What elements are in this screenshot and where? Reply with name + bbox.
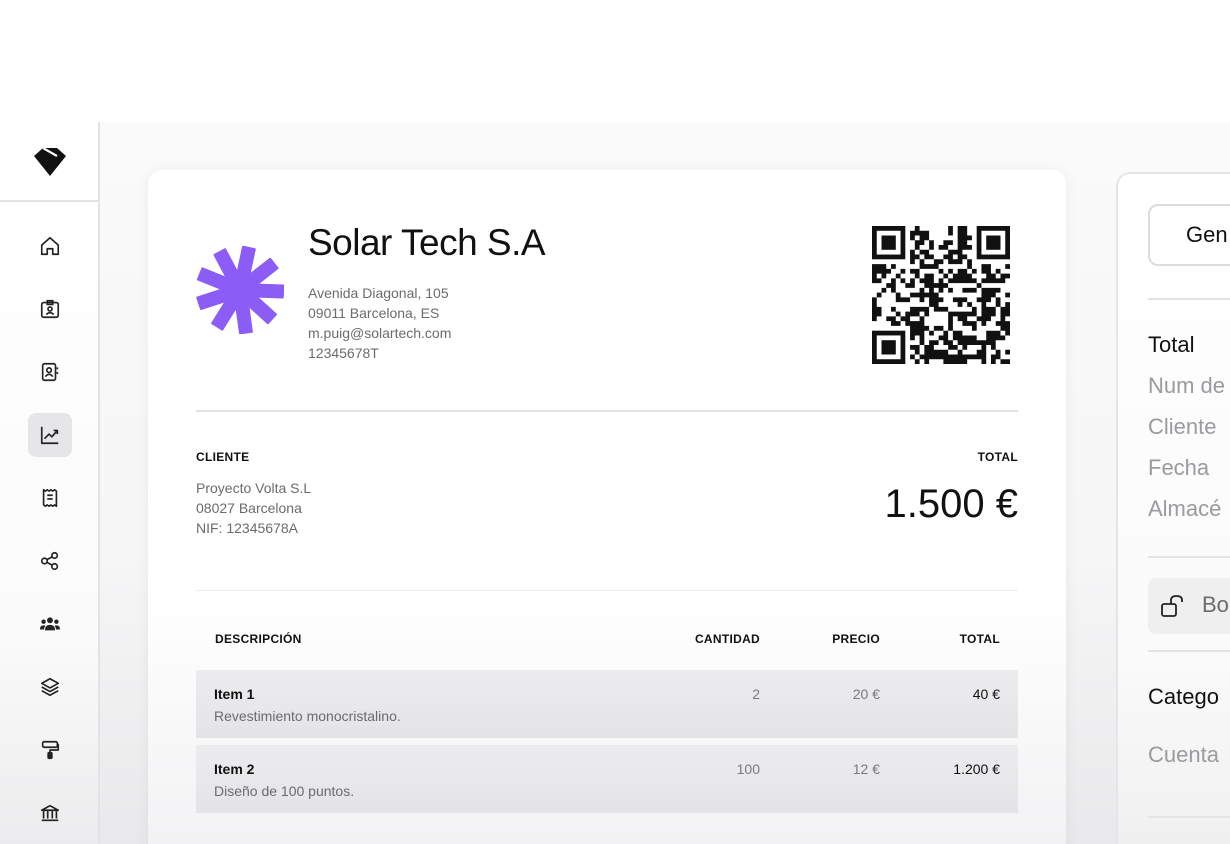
app-logo[interactable] — [0, 122, 98, 202]
panel-field-number[interactable]: Num de — [1148, 373, 1225, 399]
company-tax-id: 12345678T — [308, 345, 379, 361]
divider — [1148, 298, 1230, 300]
panel-category-label: Catego — [1148, 684, 1219, 709]
diamond-logo-icon — [34, 148, 66, 176]
qr-code-icon — [872, 226, 1010, 364]
item-price: 12 € — [852, 761, 880, 777]
panel-account-field[interactable]: Cuenta — [1148, 742, 1219, 768]
sidebar-item-home[interactable] — [28, 224, 72, 268]
layers-icon — [40, 677, 60, 697]
item-quantity: 2 — [752, 686, 760, 702]
client-nif: NIF: 12345678A — [196, 520, 298, 536]
home-icon — [40, 236, 60, 256]
panel-field-client[interactable]: Cliente — [1148, 414, 1216, 440]
generate-button-label: Gen — [1186, 222, 1228, 247]
header-total: TOTAL — [959, 632, 1000, 646]
table-row[interactable]: Item 2 Diseño de 100 puntos. 100 12 € 1.… — [196, 745, 1018, 813]
receipt-icon — [42, 488, 58, 508]
client-label: CLIENTE — [196, 450, 250, 464]
item-description: Revestimiento monocristalino. — [214, 708, 401, 724]
divider — [196, 410, 1018, 412]
generate-button[interactable]: Gen — [1148, 204, 1230, 266]
sidebar-item-team[interactable] — [28, 602, 72, 646]
sidebar-item-bank[interactable] — [28, 791, 72, 835]
sidebar-item-integrations[interactable] — [28, 539, 72, 583]
sidebar-item-design[interactable] — [28, 728, 72, 772]
item-total: 40 € — [972, 686, 1000, 702]
header-description: DESCRIPCIÓN — [215, 632, 302, 646]
company-details: Avenida Diagonal, 105 09011 Barcelona, E… — [308, 283, 451, 363]
header-quantity: CANTIDAD — [694, 632, 760, 646]
client-details: Proyecto Volta S.L 08027 Barcelona NIF: … — [196, 478, 311, 538]
draft-lock-label: Bo — [1202, 592, 1229, 617]
item-price: 20 € — [852, 686, 880, 702]
item-name: Item 1 — [214, 686, 255, 702]
item-quantity: 100 — [736, 761, 760, 777]
company-name: Solar Tech S.A — [308, 222, 546, 263]
users-group-icon — [39, 617, 61, 631]
company-city: 09011 Barcelona, ES — [308, 305, 440, 321]
share-nodes-icon — [40, 551, 59, 571]
client-city: 08027 Barcelona — [196, 500, 302, 516]
draft-lock-toggle[interactable]: Bo — [1148, 578, 1230, 634]
divider — [1148, 650, 1230, 652]
sidebar-item-contacts[interactable] — [28, 350, 72, 394]
item-description: Diseño de 100 puntos. — [214, 783, 355, 799]
header-price: PRECIO — [832, 632, 880, 646]
sidebar-item-inventory[interactable] — [28, 665, 72, 709]
divider — [196, 590, 1018, 591]
item-total: 1.200 € — [953, 761, 1000, 777]
panel-total-label: Total — [1148, 332, 1195, 357]
trending-chart-icon — [40, 426, 59, 445]
bank-icon — [40, 804, 60, 822]
total-label: TOTAL — [977, 450, 1018, 464]
divider — [1148, 816, 1230, 818]
divider — [1148, 556, 1230, 558]
company-address: Avenida Diagonal, 105 — [308, 285, 449, 301]
sidebar — [0, 122, 100, 844]
total-amount: 1.500 € — [884, 482, 1018, 526]
paint-roller-icon — [41, 740, 60, 760]
client-name: Proyecto Volta S.L — [196, 480, 312, 496]
sidebar-item-analytics[interactable] — [28, 413, 72, 457]
sidebar-item-badge[interactable] — [28, 287, 72, 331]
app-window: Solar Tech S.A Avenida Diagonal, 105 090… — [0, 122, 1230, 844]
details-panel: Gen Total Num de Cliente Fecha Almacé Bo… — [1116, 172, 1230, 844]
table-row[interactable]: Item 1 Revestimiento monocristalino. 2 2… — [196, 670, 1018, 738]
panel-field-warehouse[interactable]: Almacé — [1148, 496, 1221, 522]
company-email: m.puig@solartech.com — [308, 325, 452, 341]
panel-field-date[interactable]: Fecha — [1148, 455, 1209, 481]
unlock-icon — [1161, 595, 1183, 617]
item-name: Item 2 — [214, 761, 255, 777]
company-logo-icon — [196, 246, 284, 334]
contacts-book-icon — [41, 362, 59, 382]
id-badge-icon — [40, 299, 60, 319]
invoice-card: Solar Tech S.A Avenida Diagonal, 105 090… — [148, 170, 1066, 844]
sidebar-item-receipts[interactable] — [28, 476, 72, 520]
